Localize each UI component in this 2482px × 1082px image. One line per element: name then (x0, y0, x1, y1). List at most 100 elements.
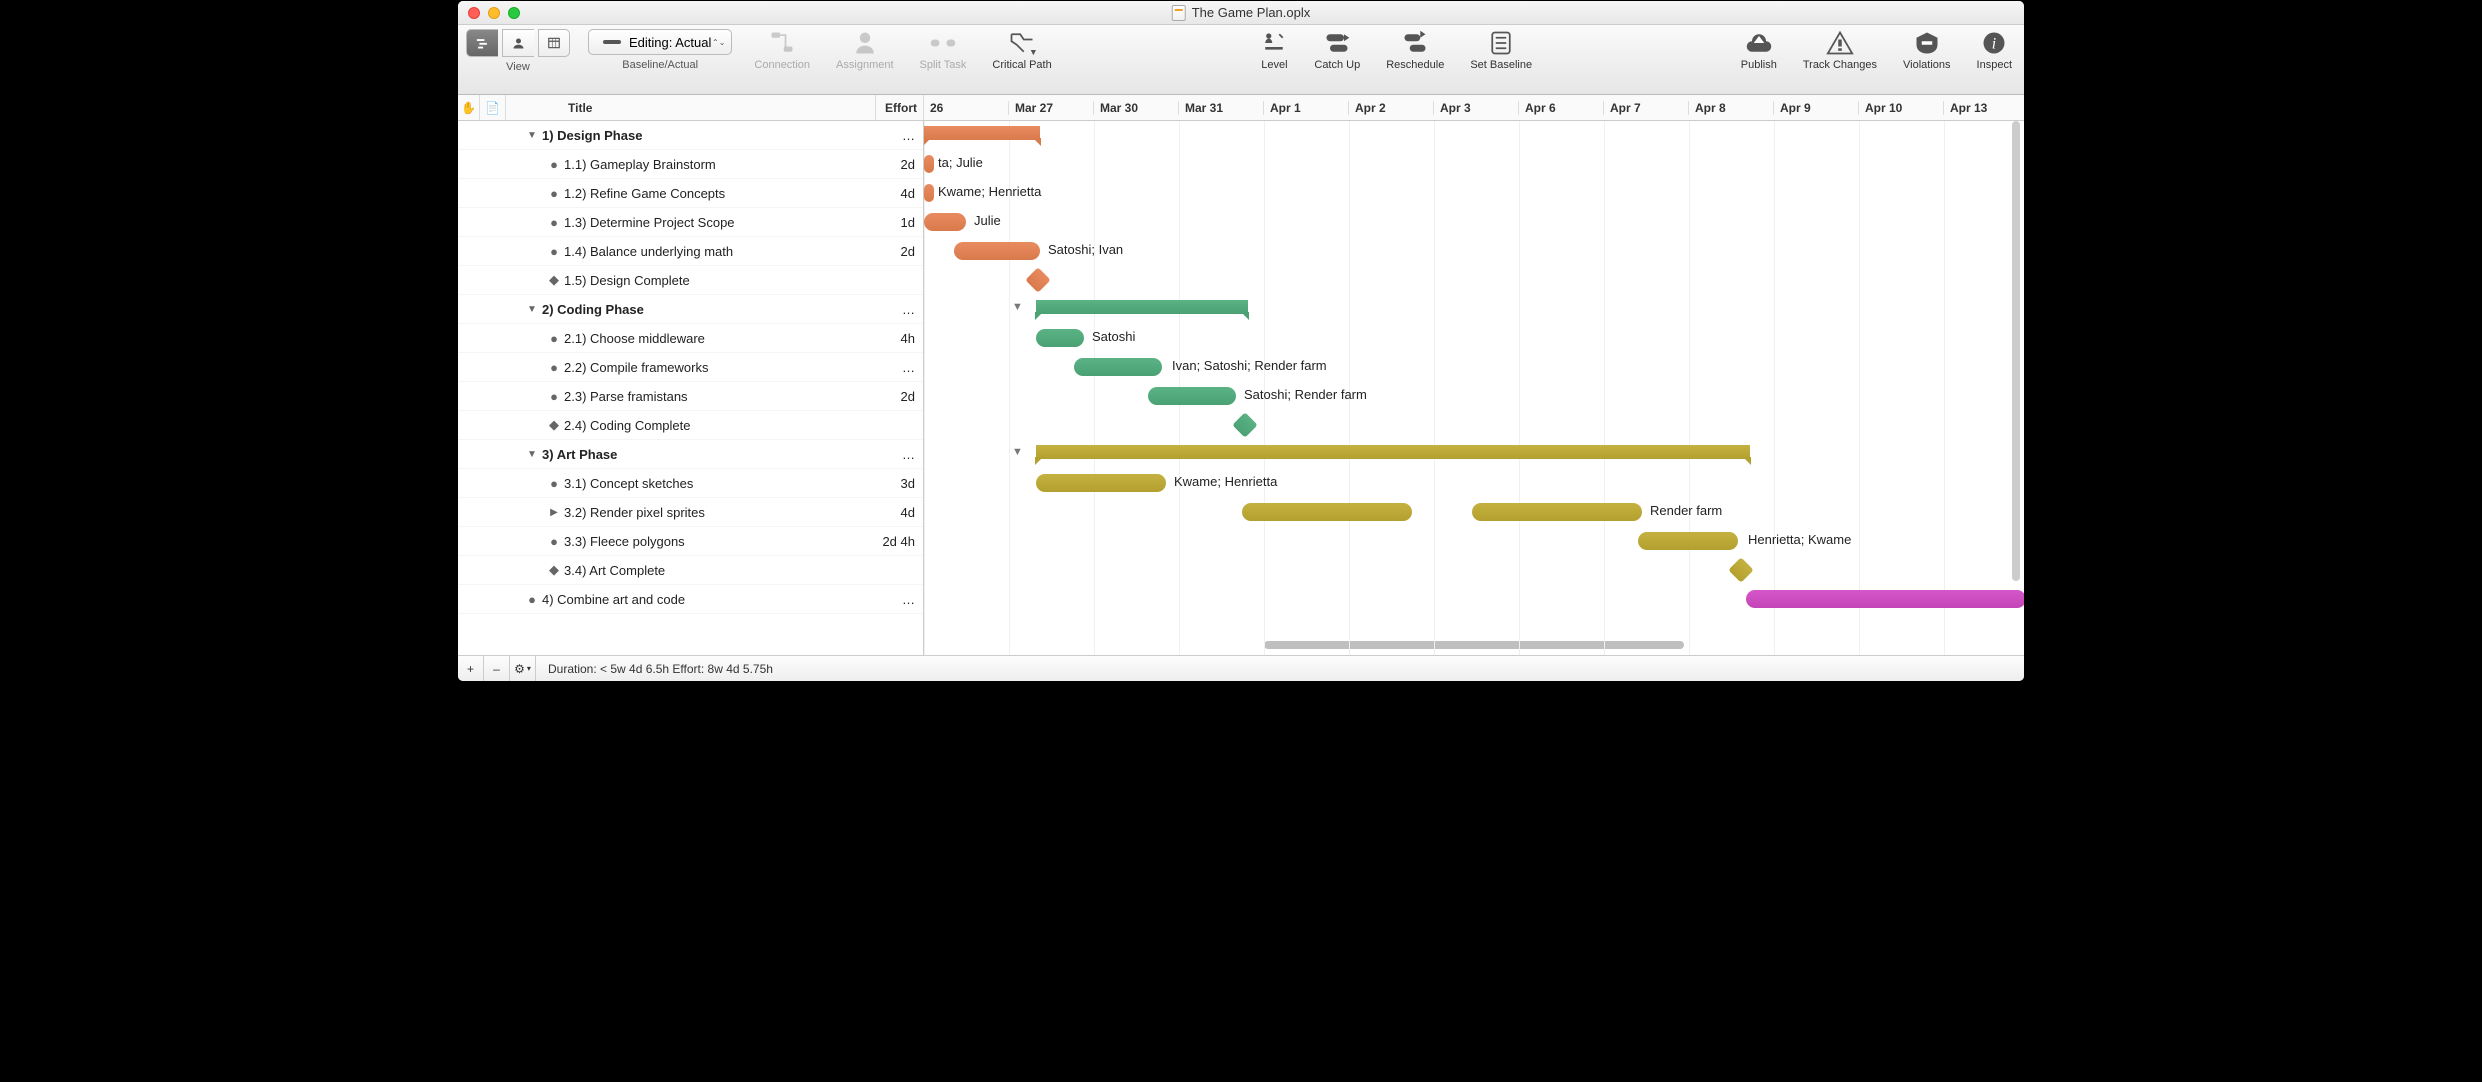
gantt-task-bar[interactable] (1074, 358, 1162, 376)
date-header[interactable]: 26 (924, 101, 1009, 115)
task-title[interactable]: 3.2) Render pixel sprites (560, 505, 875, 520)
task-title[interactable]: 3.4) Art Complete (560, 563, 875, 578)
task-row[interactable]: ●3.1) Concept sketches3d (458, 469, 923, 498)
task-effort[interactable]: 3d (875, 476, 923, 491)
close-window-button[interactable] (468, 7, 480, 19)
task-row[interactable]: ▶3.2) Render pixel sprites4d (458, 498, 923, 527)
gantt-task-bar[interactable] (954, 242, 1040, 260)
gantt-task-bar[interactable] (1746, 590, 2024, 608)
gantt-task-bar[interactable] (1638, 532, 1738, 550)
disclosure-down-icon[interactable]: ▼ (526, 304, 538, 315)
assignment-button[interactable]: Assignment (832, 29, 897, 71)
publish-button[interactable]: Publish (1737, 29, 1781, 71)
disclosure-down-icon[interactable]: ▼ (526, 130, 538, 141)
date-header[interactable]: Apr 13 (1944, 101, 2025, 115)
gantt-group-bar[interactable] (1036, 445, 1750, 459)
gantt-group-bar[interactable] (1036, 300, 1248, 314)
gantt-group-bar[interactable] (924, 126, 1040, 140)
notes-column-icon[interactable]: 📄 (480, 95, 506, 120)
task-effort[interactable]: … (875, 128, 923, 143)
gantt-task-bar[interactable] (924, 184, 934, 202)
task-title[interactable]: 1.3) Determine Project Scope (560, 215, 875, 230)
task-effort[interactable]: 1d (875, 215, 923, 230)
gantt-task-bar[interactable] (924, 155, 934, 173)
date-header[interactable]: Apr 8 (1689, 101, 1774, 115)
timeline-header[interactable]: 26Mar 27Mar 30Mar 31Apr 1Apr 2Apr 3Apr 6… (924, 101, 2025, 115)
task-title[interactable]: 1) Design Phase (538, 128, 875, 143)
gantt-milestone[interactable] (1232, 412, 1257, 437)
gantt-task-bar[interactable] (1472, 503, 1642, 521)
horizontal-scrollbar[interactable] (1264, 641, 1684, 649)
task-outline[interactable]: ▼1) Design Phase…●1.1) Gameplay Brainsto… (458, 121, 924, 655)
task-title[interactable]: 3.3) Fleece polygons (560, 534, 875, 549)
gantt-task-bar[interactable] (1036, 474, 1166, 492)
task-row[interactable]: ●2.2) Compile frameworks… (458, 353, 923, 382)
task-row[interactable]: ◆2.4) Coding Complete (458, 411, 923, 440)
task-title[interactable]: 4) Combine art and code (538, 592, 875, 607)
task-title[interactable]: 1.1) Gameplay Brainstorm (560, 157, 875, 172)
date-header[interactable]: Apr 1 (1264, 101, 1349, 115)
task-row[interactable]: ▼2) Coding Phase… (458, 295, 923, 324)
reschedule-button[interactable]: Reschedule (1382, 29, 1448, 71)
baseline-actual-selector[interactable]: Editing: Actual (588, 29, 732, 55)
view-gantt-button[interactable] (466, 29, 498, 57)
gantt-milestone[interactable] (1728, 557, 1753, 582)
zoom-window-button[interactable] (508, 7, 520, 19)
task-effort[interactable]: 2d (875, 157, 923, 172)
connection-button[interactable]: Connection (750, 29, 814, 71)
minimize-window-button[interactable] (488, 7, 500, 19)
task-title[interactable]: 1.2) Refine Game Concepts (560, 186, 875, 201)
date-header[interactable]: Apr 9 (1774, 101, 1859, 115)
task-title[interactable]: 2.3) Parse framistans (560, 389, 875, 404)
task-title[interactable]: 2.2) Compile frameworks (560, 360, 875, 375)
date-header[interactable]: Mar 30 (1094, 101, 1179, 115)
gantt-timeline[interactable]: ta; JulieKwame; HenriettaJulieSatoshi; I… (924, 121, 2024, 655)
group-disclosure-icon[interactable]: ▼ (1012, 446, 1023, 458)
view-calendar-button[interactable] (538, 29, 570, 57)
task-effort[interactable]: 4h (875, 331, 923, 346)
task-title[interactable]: 3.1) Concept sketches (560, 476, 875, 491)
catch-up-button[interactable]: Catch Up (1310, 29, 1364, 71)
date-header[interactable]: Apr 7 (1604, 101, 1689, 115)
remove-button[interactable]: – (484, 656, 510, 681)
gantt-milestone[interactable] (1025, 267, 1050, 292)
violations-button[interactable]: Violations (1899, 29, 1955, 71)
task-title[interactable]: 1.4) Balance underlying math (560, 244, 875, 259)
task-title[interactable]: 2) Coding Phase (538, 302, 875, 317)
task-row[interactable]: ●3.3) Fleece polygons2d 4h (458, 527, 923, 556)
critical-path-button[interactable]: Critical Path (988, 29, 1055, 71)
inspect-button[interactable]: i Inspect (1973, 29, 2016, 71)
task-title[interactable]: 2.1) Choose middleware (560, 331, 875, 346)
task-title[interactable]: 3) Art Phase (538, 447, 875, 462)
task-row[interactable]: ●1.1) Gameplay Brainstorm2d (458, 150, 923, 179)
date-header[interactable]: Apr 3 (1434, 101, 1519, 115)
disclosure-right-icon[interactable]: ▶ (548, 507, 560, 518)
task-row[interactable]: ●2.3) Parse framistans2d (458, 382, 923, 411)
task-row[interactable]: ●1.3) Determine Project Scope1d (458, 208, 923, 237)
task-row[interactable]: ●2.1) Choose middleware4h (458, 324, 923, 353)
date-header[interactable]: Apr 10 (1859, 101, 1944, 115)
task-row[interactable]: ●4) Combine art and code… (458, 585, 923, 614)
task-effort[interactable]: 2d (875, 244, 923, 259)
gantt-task-bar[interactable] (924, 213, 966, 231)
task-row[interactable]: ◆1.5) Design Complete (458, 266, 923, 295)
track-changes-button[interactable]: Track Changes (1799, 29, 1881, 71)
vertical-scrollbar[interactable] (2012, 121, 2020, 581)
split-task-button[interactable]: Split Task (916, 29, 971, 71)
task-title[interactable]: 1.5) Design Complete (560, 273, 875, 288)
task-row[interactable]: ▼3) Art Phase… (458, 440, 923, 469)
gantt-task-bar[interactable] (1036, 329, 1084, 347)
grab-column-icon[interactable]: ✋ (458, 95, 480, 120)
disclosure-down-icon[interactable]: ▼ (526, 449, 538, 460)
action-menu-button[interactable]: ⚙▾ (510, 656, 536, 681)
level-button[interactable]: Level (1256, 29, 1292, 71)
date-header[interactable]: Mar 31 (1179, 101, 1264, 115)
task-row[interactable]: ●1.4) Balance underlying math2d (458, 237, 923, 266)
title-column-header[interactable]: Title (506, 95, 876, 120)
gantt-task-bar[interactable] (1242, 503, 1412, 521)
task-effort[interactable]: … (875, 360, 923, 375)
set-baseline-button[interactable]: Set Baseline (1466, 29, 1536, 71)
task-effort[interactable]: 4d (875, 186, 923, 201)
task-effort[interactable]: … (875, 447, 923, 462)
effort-column-header[interactable]: Effort (876, 95, 924, 120)
